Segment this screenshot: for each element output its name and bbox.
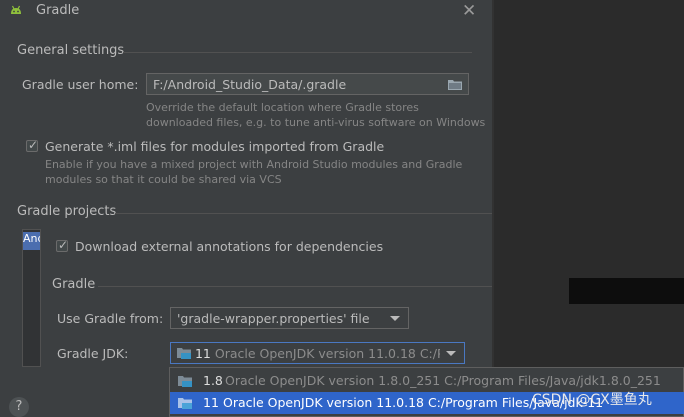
project-list-item[interactable]: And	[23, 232, 40, 250]
close-icon[interactable]: ✕	[462, 1, 476, 21]
use-gradle-from-select[interactable]: 'gradle-wrapper.properties' file	[170, 307, 409, 329]
gradle-jdk-select[interactable]: 11 Oracle OpenJDK version 11.0.18 C:/Pro	[170, 342, 465, 364]
user-home-hint-1: Override the default location where Grad…	[146, 101, 419, 114]
gradle-jdk-label: Gradle JDK:	[57, 346, 129, 361]
gradle-user-home-value: F:/Android_Studio_Data/.gradle	[153, 77, 347, 92]
help-button[interactable]: ?	[9, 397, 29, 417]
dialog-title: Gradle	[36, 3, 80, 18]
chevron-down-icon	[390, 316, 400, 321]
watermark: CSDN @CX墨鱼丸	[532, 392, 652, 408]
gradle-projects-separator	[115, 213, 492, 214]
gradle-user-home-label: Gradle user home:	[22, 77, 139, 92]
android-icon	[11, 5, 21, 14]
jdk-folder-icon	[178, 398, 192, 409]
iml-hint-1: Enable if you have a mixed project with …	[45, 158, 463, 171]
chevron-down-icon	[446, 351, 456, 356]
gradle-jdk-version: 11	[194, 346, 211, 361]
general-settings-separator	[123, 52, 472, 53]
gradle-projects-heading: Gradle projects	[17, 204, 117, 219]
use-gradle-from-label: Use Gradle from:	[57, 311, 164, 326]
download-annotations-checkbox[interactable]: ✓	[56, 238, 69, 252]
gradle-user-home-input[interactable]: F:/Android_Studio_Data/.gradle	[146, 73, 469, 95]
use-gradle-from-value: 'gradle-wrapper.properties' file	[177, 311, 370, 326]
folder-icon[interactable]	[448, 78, 462, 90]
editor-dark-band	[569, 278, 684, 304]
gradle-jdk-detail: Oracle OpenJDK version 11.0.18 C:/Pro	[214, 346, 457, 361]
checkmark-icon: ✓	[58, 238, 69, 252]
editor-background	[494, 0, 684, 417]
download-annotations-label: Download external annotations for depend…	[75, 239, 384, 254]
checkmark-icon: ✓	[28, 138, 39, 152]
generate-iml-checkbox[interactable]: ✓	[26, 138, 39, 152]
jdk-option-detail: Oracle OpenJDK version 1.8.0_251 C:/Prog…	[225, 373, 661, 388]
general-settings-heading: General settings	[17, 43, 125, 58]
jdk-option-version: 1.8	[203, 373, 223, 388]
gradle-subheading: Gradle	[52, 277, 96, 292]
iml-hint-2: modules so that it could be shared via V…	[45, 173, 282, 186]
jdk-folder-icon	[177, 348, 191, 359]
gradle-subsection-separator	[98, 286, 492, 287]
jdk-option-version: 11	[203, 395, 219, 410]
generate-iml-label: Generate *.iml files for modules importe…	[45, 139, 385, 154]
user-home-hint-2: downloaded files, e.g. to tune anti-viru…	[146, 116, 486, 129]
jdk-folder-icon	[178, 376, 192, 387]
